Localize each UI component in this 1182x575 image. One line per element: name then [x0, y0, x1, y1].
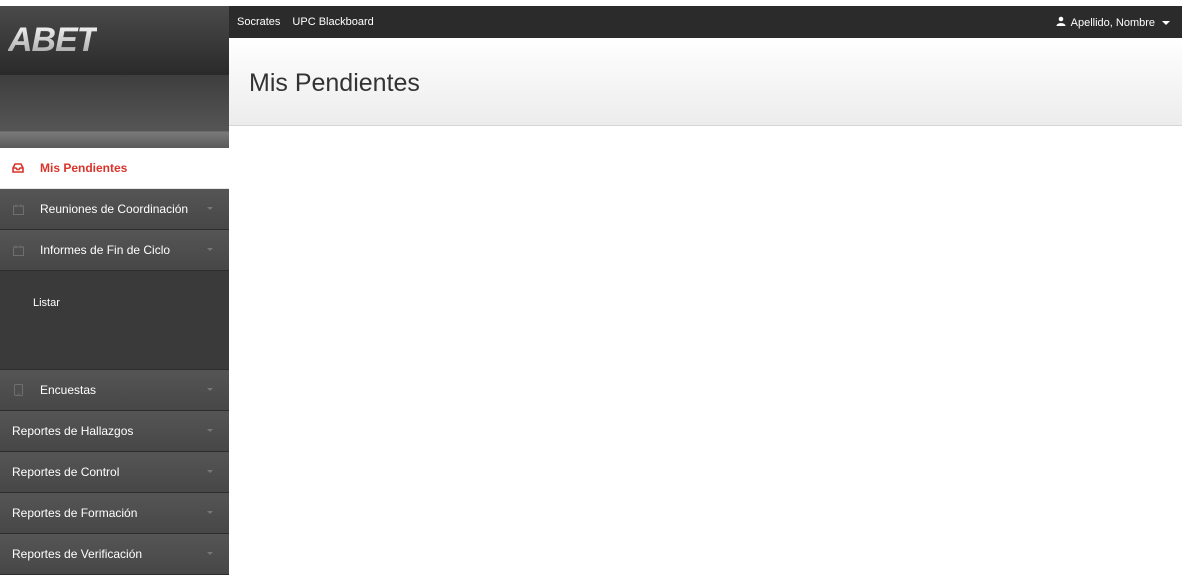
calendar-icon [12, 204, 24, 215]
inbox-icon [12, 163, 24, 174]
top-link-socrates[interactable]: Socrates [237, 16, 280, 28]
page-title: Mis Pendientes [249, 69, 420, 97]
sidebar-item-reuniones[interactable]: Reuniones de Coordinación [0, 189, 229, 230]
sidebar-item-label: Reportes de Formación [12, 506, 138, 520]
chevron-down-icon [207, 207, 213, 210]
logo-area: ABET [0, 6, 229, 75]
abet-logo[interactable]: ABET [8, 21, 98, 60]
sidebar-item-label: Reportes de Hallazgos [12, 424, 134, 438]
sidebar-item-label: Reuniones de Coordinación [40, 202, 189, 216]
tablet-icon [12, 384, 24, 396]
submenu-item-listar[interactable]: Listar [33, 297, 60, 309]
sidebar-item-label: Informes de Fin de Ciclo [40, 243, 171, 257]
chevron-down-icon [207, 511, 213, 514]
chevron-down-icon [207, 388, 213, 391]
sidebar-item-reportes-verificacion[interactable]: Reportes de Verificación [0, 534, 229, 575]
sidebar-divider-band [0, 132, 229, 148]
user-menu[interactable]: Apellido, Nombre [1056, 16, 1170, 29]
sidebar-item-label: Reportes de Verificación [12, 547, 143, 561]
user-name: Apellido, Nombre [1070, 16, 1155, 29]
sidebar-item-encuestas[interactable]: Encuestas [0, 370, 229, 411]
page-header: Mis Pendientes [229, 38, 1182, 126]
chevron-down-icon [207, 248, 213, 251]
chevron-down-icon [207, 552, 213, 555]
sidebar-item-informes[interactable]: Informes de Fin de Ciclo [0, 230, 229, 271]
sidebar-item-reportes-hallazgos[interactable]: Reportes de Hallazgos [0, 411, 229, 452]
top-navbar: Socrates UPC Blackboard Apellido, Nombre [229, 6, 1182, 38]
sidebar-item-label: Mis Pendientes [40, 161, 128, 175]
sidebar-item-reportes-control[interactable]: Reportes de Control [0, 452, 229, 493]
user-icon [1056, 16, 1066, 29]
sidebar: ABET Mis Pendientes Reuniones de Coordin… [0, 6, 229, 575]
top-nav-links: Socrates UPC Blackboard [237, 16, 374, 28]
sidebar-item-reportes-formacion[interactable]: Reportes de Formación [0, 493, 229, 534]
top-link-upc-blackboard[interactable]: UPC Blackboard [292, 16, 373, 28]
sidebar-item-label: Encuestas [40, 383, 97, 397]
main-content [229, 126, 1182, 536]
chevron-down-icon [1162, 20, 1170, 25]
submenu-informes: Listar [0, 271, 229, 370]
chevron-down-icon [207, 429, 213, 432]
calendar-icon [12, 245, 24, 256]
sidebar-item-mis-pendientes[interactable]: Mis Pendientes [0, 148, 229, 189]
sidebar-item-label: Reportes de Control [12, 465, 120, 479]
chevron-down-icon [207, 470, 213, 473]
sidebar-header-band [0, 75, 229, 132]
